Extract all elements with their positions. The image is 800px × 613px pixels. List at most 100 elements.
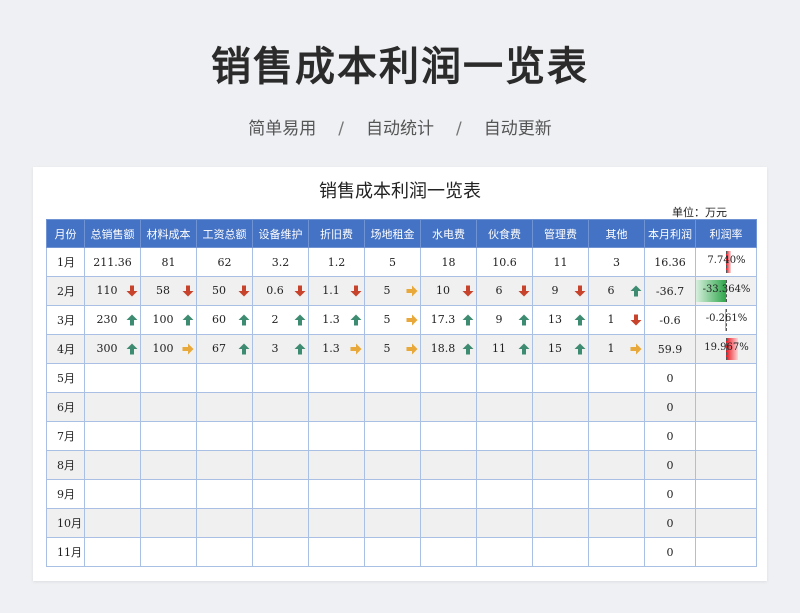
value-cell[interactable] (476, 508, 533, 538)
column-header[interactable]: 工资总额 (196, 219, 253, 248)
value-cell[interactable]: 11 (532, 247, 589, 277)
value-cell[interactable] (196, 450, 253, 480)
value-cell[interactable]: 15 (532, 334, 589, 364)
value-cell[interactable] (532, 363, 589, 393)
value-cell[interactable] (476, 392, 533, 422)
value-cell[interactable] (588, 392, 645, 422)
value-cell[interactable]: 300 (84, 334, 141, 364)
value-cell[interactable]: 50 (196, 276, 253, 306)
value-cell[interactable] (308, 537, 365, 567)
value-cell[interactable] (588, 363, 645, 393)
value-cell[interactable]: 13 (532, 305, 589, 335)
value-cell[interactable]: 18 (420, 247, 477, 277)
value-cell[interactable]: 67 (196, 334, 253, 364)
value-cell[interactable]: 11 (476, 334, 533, 364)
rate-cell[interactable] (695, 392, 757, 422)
value-cell[interactable]: 81 (140, 247, 197, 277)
value-cell[interactable] (140, 450, 197, 480)
value-cell[interactable]: 3.2 (252, 247, 309, 277)
value-cell[interactable] (364, 537, 421, 567)
value-cell[interactable]: 211.36 (84, 247, 141, 277)
column-header[interactable]: 利润率 (695, 219, 757, 248)
value-cell[interactable]: 2 (252, 305, 309, 335)
value-cell[interactable] (252, 450, 309, 480)
value-cell[interactable] (84, 537, 141, 567)
month-cell[interactable]: 10月 (46, 508, 85, 538)
value-cell[interactable] (420, 363, 477, 393)
value-cell[interactable]: 0.6 (252, 276, 309, 306)
value-cell[interactable] (588, 421, 645, 451)
value-cell[interactable] (196, 392, 253, 422)
value-cell[interactable] (252, 508, 309, 538)
value-cell[interactable] (196, 537, 253, 567)
value-cell[interactable] (84, 392, 141, 422)
value-cell[interactable] (308, 392, 365, 422)
month-cell[interactable]: 1月 (46, 247, 85, 277)
value-cell[interactable] (196, 363, 253, 393)
value-cell[interactable]: 230 (84, 305, 141, 335)
column-header[interactable]: 场地租金 (364, 219, 421, 248)
rate-cell[interactable] (695, 363, 757, 393)
value-cell[interactable] (476, 537, 533, 567)
value-cell[interactable]: 1 (588, 334, 645, 364)
value-cell[interactable] (588, 537, 645, 567)
value-cell[interactable] (252, 392, 309, 422)
profit-cell[interactable]: 0 (644, 421, 696, 451)
value-cell[interactable]: 5 (364, 276, 421, 306)
value-cell[interactable] (420, 421, 477, 451)
value-cell[interactable] (140, 421, 197, 451)
value-cell[interactable]: 100 (140, 334, 197, 364)
value-cell[interactable] (588, 508, 645, 538)
rate-cell[interactable] (695, 421, 757, 451)
value-cell[interactable] (532, 537, 589, 567)
profit-cell[interactable]: 0 (644, 450, 696, 480)
value-cell[interactable]: 9 (476, 305, 533, 335)
value-cell[interactable] (420, 392, 477, 422)
value-cell[interactable] (476, 450, 533, 480)
rate-cell[interactable] (695, 479, 757, 509)
month-cell[interactable]: 6月 (46, 392, 85, 422)
rate-cell[interactable] (695, 537, 757, 567)
value-cell[interactable]: 17.3 (420, 305, 477, 335)
value-cell[interactable]: 100 (140, 305, 197, 335)
rate-cell[interactable]: 19.967% (695, 334, 757, 364)
value-cell[interactable]: 10.6 (476, 247, 533, 277)
value-cell[interactable]: 110 (84, 276, 141, 306)
month-cell[interactable]: 8月 (46, 450, 85, 480)
value-cell[interactable]: 1.1 (308, 276, 365, 306)
column-header[interactable]: 总销售额 (84, 219, 141, 248)
profit-cell[interactable]: 0 (644, 363, 696, 393)
value-cell[interactable] (84, 508, 141, 538)
value-cell[interactable]: 1.3 (308, 305, 365, 335)
value-cell[interactable]: 1.3 (308, 334, 365, 364)
value-cell[interactable] (420, 450, 477, 480)
column-header[interactable]: 材料成本 (140, 219, 197, 248)
month-cell[interactable]: 4月 (46, 334, 85, 364)
value-cell[interactable] (308, 421, 365, 451)
profit-cell[interactable]: -36.7 (644, 276, 696, 306)
value-cell[interactable]: 10 (420, 276, 477, 306)
value-cell[interactable] (476, 421, 533, 451)
month-cell[interactable]: 3月 (46, 305, 85, 335)
value-cell[interactable] (532, 421, 589, 451)
value-cell[interactable] (420, 479, 477, 509)
column-header[interactable]: 月份 (46, 219, 85, 248)
column-header[interactable]: 管理费 (532, 219, 589, 248)
value-cell[interactable] (476, 363, 533, 393)
value-cell[interactable] (532, 479, 589, 509)
value-cell[interactable]: 5 (364, 247, 421, 277)
value-cell[interactable] (84, 421, 141, 451)
value-cell[interactable] (476, 479, 533, 509)
value-cell[interactable] (84, 363, 141, 393)
value-cell[interactable] (196, 508, 253, 538)
value-cell[interactable]: 1 (588, 305, 645, 335)
value-cell[interactable] (420, 508, 477, 538)
value-cell[interactable] (308, 363, 365, 393)
value-cell[interactable] (196, 479, 253, 509)
column-header[interactable]: 水电费 (420, 219, 477, 248)
value-cell[interactable] (588, 450, 645, 480)
value-cell[interactable] (364, 363, 421, 393)
value-cell[interactable]: 3 (252, 334, 309, 364)
rate-cell[interactable] (695, 508, 757, 538)
rate-cell[interactable]: 7.740% (695, 247, 757, 277)
